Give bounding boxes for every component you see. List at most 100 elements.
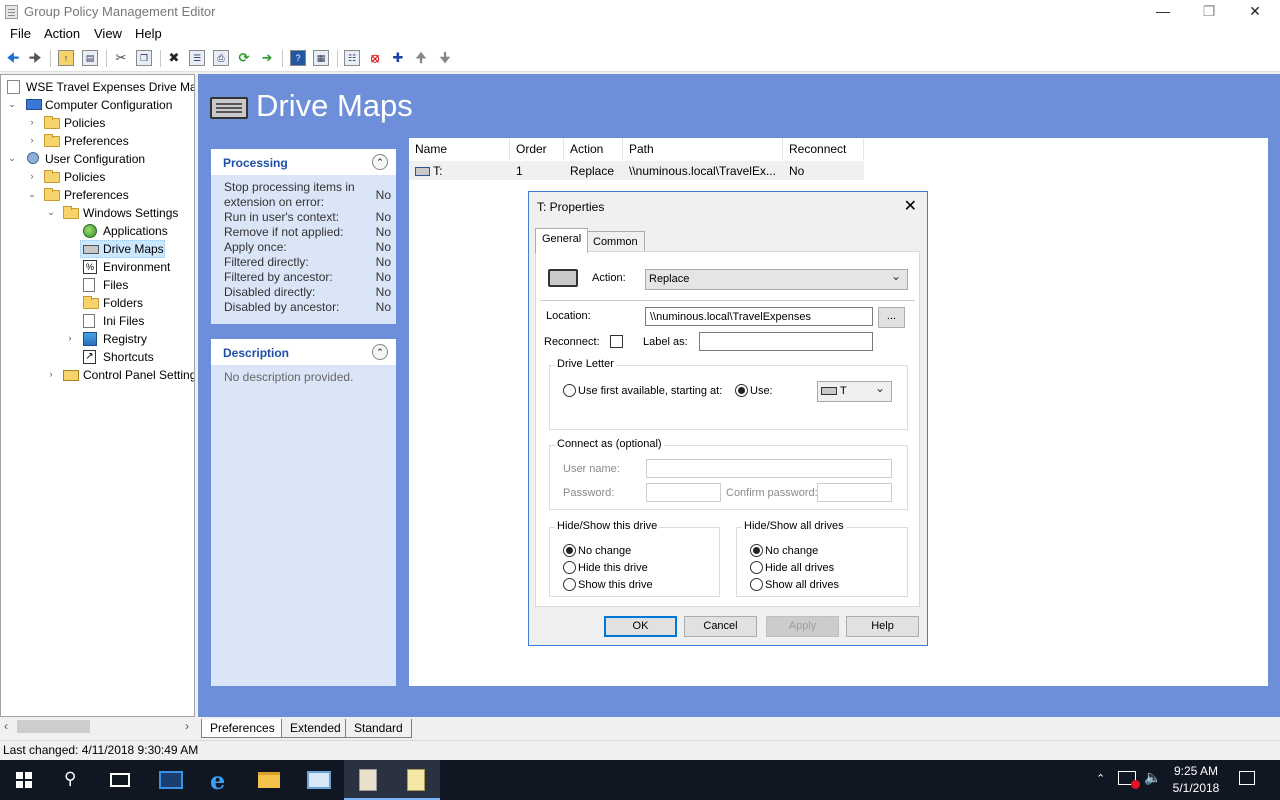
delete-icon[interactable]: ✖	[166, 50, 182, 66]
chevron-right-icon[interactable]: ›	[46, 369, 56, 379]
stop-icon[interactable]: ⦻	[367, 50, 383, 66]
start-button[interactable]	[0, 760, 48, 800]
add-icon[interactable]: ✚	[390, 50, 406, 66]
tree-item-folders[interactable]: Folders	[1, 294, 194, 312]
chevron-right-icon[interactable]: ›	[27, 135, 37, 145]
action-center-icon[interactable]	[1239, 771, 1255, 785]
taskbar-internet-explorer[interactable]: e	[196, 760, 244, 800]
tree-item-policies-computer[interactable]: › Policies	[1, 114, 194, 132]
menu-view[interactable]: View	[94, 26, 122, 41]
column-header-path[interactable]: Path	[623, 138, 783, 160]
move-down-icon[interactable]: 🠋	[437, 50, 453, 66]
chevron-right-icon[interactable]: ›	[27, 171, 37, 181]
menu-help[interactable]: Help	[135, 26, 162, 41]
scroll-right-icon[interactable]: ›	[185, 719, 189, 733]
tree-item-preferences-user[interactable]: ⌄ Preferences	[1, 186, 194, 204]
ok-button[interactable]: OK	[604, 616, 677, 637]
column-header-name[interactable]: Name	[409, 138, 510, 160]
use-radio[interactable]	[735, 384, 748, 397]
restore-button[interactable]: ❐	[1186, 0, 1232, 24]
collapse-description-button[interactable]: ⌃	[372, 344, 388, 360]
tree-item-applications[interactable]: Applications	[1, 222, 194, 240]
minimize-button[interactable]: —	[1140, 0, 1186, 24]
dialog-close-button[interactable]: ✕	[904, 196, 917, 216]
location-input[interactable]: \\numinous.local\TravelExpenses	[645, 307, 873, 326]
chevron-down-icon[interactable]: ⌄	[7, 99, 17, 109]
tree-item-ini-files[interactable]: Ini Files	[1, 312, 194, 330]
tree-item-root[interactable]: WSE Travel Expenses Drive Mapping	[1, 78, 194, 96]
clock-date[interactable]: 5/1/2018	[1169, 781, 1223, 795]
properties-icon[interactable]: ☰	[189, 50, 205, 66]
print-icon[interactable]: ⎙	[213, 50, 229, 66]
tab-general[interactable]: General	[535, 228, 589, 253]
row-path[interactable]: \\numinous.local\TravelEx...	[623, 161, 783, 180]
action-dropdown[interactable]: Replace	[645, 269, 908, 290]
tree-item-control-panel-settings[interactable]: › Control Panel Settings	[1, 366, 195, 384]
tree-item-policies-user[interactable]: › Policies	[1, 168, 194, 186]
cancel-button[interactable]: Cancel	[684, 616, 757, 637]
cut-icon[interactable]: ✂	[113, 50, 129, 66]
confirm-password-input[interactable]	[817, 483, 892, 502]
no-change-all-radio[interactable]	[750, 544, 763, 557]
browse-button[interactable]: ...	[878, 307, 905, 328]
no-change-drive-radio[interactable]	[563, 544, 576, 557]
help-icon[interactable]: ?	[290, 50, 306, 66]
tab-extended[interactable]: Extended	[281, 719, 350, 738]
tree-item-drive-maps[interactable]: Drive Maps	[1, 240, 194, 258]
tree-item-files[interactable]: Files	[1, 276, 194, 294]
tree-item-computer-configuration[interactable]: ⌄ Computer Configuration	[1, 96, 194, 114]
chevron-right-icon[interactable]: ›	[65, 333, 75, 343]
tree-item-windows-settings[interactable]: ⌄ Windows Settings	[1, 204, 194, 222]
tree-scroll-thumb[interactable]	[17, 720, 90, 733]
collapse-processing-button[interactable]: ⌃	[372, 154, 388, 170]
show-hidden-icons[interactable]: ⌃	[1096, 772, 1105, 785]
search-button[interactable]: ⚲	[48, 760, 96, 800]
volume-icon[interactable]: 🔈	[1144, 769, 1161, 786]
apply-button[interactable]: Apply	[766, 616, 839, 637]
taskbar-server-manager[interactable]	[146, 760, 194, 800]
tree-item-registry[interactable]: › Registry	[1, 330, 194, 348]
export-list-icon[interactable]: ➜	[259, 50, 275, 66]
help-button[interactable]: Help	[846, 616, 919, 637]
tree-item-shortcuts[interactable]: ↗ Shortcuts	[1, 348, 194, 366]
reconnect-checkbox[interactable]	[610, 335, 623, 348]
tree-item-user-configuration[interactable]: ⌄ User Configuration	[1, 150, 194, 168]
row-reconnect[interactable]: No	[783, 161, 864, 180]
tree-item-preferences-computer[interactable]: › Preferences	[1, 132, 194, 150]
column-header-order[interactable]: Order	[510, 138, 564, 160]
taskbar-file-explorer[interactable]	[244, 760, 292, 800]
copy-icon[interactable]: ❐	[136, 50, 152, 66]
chevron-right-icon[interactable]: ›	[27, 117, 37, 127]
row-order[interactable]: 1	[510, 161, 564, 180]
tab-standard[interactable]: Standard	[345, 719, 412, 738]
new-item-icon[interactable]: ☷	[344, 50, 360, 66]
chevron-down-icon[interactable]: ⌄	[46, 207, 56, 217]
hide-all-drives-radio[interactable]	[750, 561, 763, 574]
column-header-reconnect[interactable]: Reconnect	[783, 138, 864, 160]
move-up-icon[interactable]: 🠉	[413, 50, 429, 66]
up-folder-icon[interactable]: ↑	[58, 50, 74, 66]
taskbar-group-policy-management[interactable]	[344, 760, 392, 800]
close-button[interactable]: ✕	[1232, 0, 1278, 24]
tab-common[interactable]: Common	[586, 231, 645, 252]
menu-action[interactable]: Action	[44, 26, 80, 41]
show-all-drives-radio[interactable]	[750, 578, 763, 591]
scroll-left-icon[interactable]: ‹	[4, 719, 8, 733]
table-row[interactable]: T:	[409, 161, 510, 180]
taskbar-control-panel[interactable]	[294, 760, 342, 800]
label-as-input[interactable]	[699, 332, 873, 351]
hide-this-drive-radio[interactable]	[563, 561, 576, 574]
forward-icon[interactable]: 🠊	[27, 50, 43, 66]
taskbar-gpme[interactable]	[392, 760, 440, 800]
task-view-button[interactable]	[96, 760, 144, 800]
row-action[interactable]: Replace	[564, 161, 623, 180]
clock-time[interactable]: 9:25 AM	[1169, 764, 1223, 778]
chevron-down-icon[interactable]: ⌄	[7, 153, 17, 163]
tab-preferences[interactable]: Preferences	[201, 719, 284, 738]
refresh-icon[interactable]: ⟳	[236, 50, 252, 66]
password-input[interactable]	[646, 483, 721, 502]
show-hide-tree-icon[interactable]: ▤	[82, 50, 98, 66]
username-input[interactable]	[646, 459, 892, 478]
column-header-action[interactable]: Action	[564, 138, 623, 160]
back-icon[interactable]: 🠈	[5, 50, 21, 66]
